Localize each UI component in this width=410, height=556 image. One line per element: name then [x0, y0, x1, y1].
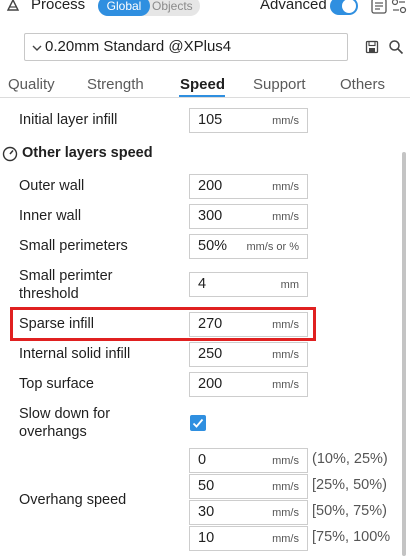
unit-label: mm/s [272, 533, 299, 545]
preset-name: 0.20mm Standard @XPlus4 [45, 38, 232, 55]
unit-label: mm/s [272, 349, 299, 361]
process-header: Process Global Objects Advanced [0, 0, 410, 20]
small-perimeter-threshold-input[interactable]: 4 mm [189, 272, 308, 297]
small-perimeters-value: 50% [198, 238, 228, 254]
tab-quality[interactable]: Quality [8, 76, 55, 93]
gauge-icon [2, 146, 18, 162]
overhang-speed-input-4[interactable]: 10 mm/s [189, 526, 308, 551]
check-icon [192, 418, 204, 428]
outer-wall-label: Outer wall [19, 178, 85, 194]
advanced-label: Advanced [260, 0, 327, 13]
internal-solid-infill-input[interactable]: 250 mm/s [189, 342, 308, 367]
internal-solid-infill-label: Internal solid infill [19, 346, 131, 362]
overhang-speed-value: 0 [198, 452, 207, 468]
small-perimeters-label: Small perimeters [19, 238, 128, 254]
objects-tab[interactable]: Objects [152, 0, 200, 16]
search-icon[interactable] [388, 39, 404, 55]
unit-label: mm/s [272, 481, 299, 493]
process-icon [6, 0, 20, 11]
compare-icon[interactable] [390, 0, 408, 15]
unit-label: mm/s [272, 379, 299, 391]
unit-label: mm/s [272, 181, 299, 193]
inner-wall-label: Inner wall [19, 208, 82, 224]
small-perimeters-input[interactable]: 50% mm/s or % [189, 234, 308, 259]
unit-label: mm/s [272, 507, 299, 519]
small-perimeter-threshold-value: 4 [198, 276, 207, 292]
process-title: Process [31, 0, 86, 13]
global-objects-switch[interactable]: Global Objects [98, 0, 200, 16]
tab-strength[interactable]: Strength [87, 76, 144, 93]
section-title: Other layers speed [22, 145, 153, 161]
outer-wall-value: 200 [198, 178, 223, 194]
unit-label: mm/s or % [246, 241, 299, 253]
active-tab-indicator [179, 95, 225, 97]
tab-others[interactable]: Others [340, 76, 385, 93]
unit-label: mm [280, 279, 299, 291]
list-settings-icon[interactable] [370, 0, 388, 15]
unit-label: mm/s [272, 455, 299, 467]
sparse-infill-highlight [10, 307, 316, 341]
initial-layer-infill-value: 105 [198, 112, 223, 128]
advanced-toggle[interactable] [330, 0, 358, 15]
small-perimeter-threshold-label-line1: Small perimter [19, 268, 113, 284]
overhang-range-label: [50%, 75%) [312, 503, 387, 519]
overhang-speed-input-2[interactable]: 50 mm/s [189, 474, 308, 499]
overhang-speed-value: 50 [198, 478, 215, 494]
scrollbar[interactable] [402, 152, 406, 556]
slow-down-overhangs-label-line2: overhangs [19, 424, 87, 440]
overhang-speed-value: 10 [198, 530, 215, 546]
tab-speed[interactable]: Speed [180, 76, 225, 93]
preset-select[interactable]: 0.20mm Standard @XPlus4 [24, 33, 348, 61]
outer-wall-input[interactable]: 200 mm/s [189, 174, 308, 199]
overhang-range-label: [25%, 50%) [312, 477, 387, 493]
tab-support[interactable]: Support [253, 76, 306, 93]
small-perimeter-threshold-label-line2: threshold [19, 286, 79, 302]
slow-down-overhangs-label-line1: Slow down for [19, 406, 111, 422]
unit-label: mm/s [272, 211, 299, 223]
chevron-down-icon [32, 45, 42, 51]
top-surface-value: 200 [198, 376, 223, 392]
overhang-range-label: (10%, 25%) [312, 451, 388, 467]
overhang-range-label: [75%, 100% [312, 529, 391, 545]
global-tab[interactable]: Global [98, 0, 150, 16]
top-surface-label: Top surface [19, 376, 94, 392]
overhang-speed-value: 30 [198, 504, 215, 520]
internal-solid-infill-value: 250 [198, 346, 223, 362]
save-icon[interactable] [365, 40, 379, 54]
overhang-speed-input-1[interactable]: 0 mm/s [189, 448, 308, 473]
overhang-speed-label: Overhang speed [19, 492, 127, 508]
initial-layer-infill-label: Initial layer infill [19, 112, 118, 128]
inner-wall-input[interactable]: 300 mm/s [189, 204, 308, 229]
inner-wall-value: 300 [198, 208, 223, 224]
initial-layer-infill-input[interactable]: 105 mm/s [189, 108, 308, 133]
speed-settings-panel: Initial layer infill 105 mm/s Other laye… [0, 99, 400, 556]
slow-down-overhangs-checkbox[interactable] [190, 415, 206, 431]
toggle-knob [342, 0, 356, 13]
top-surface-input[interactable]: 200 mm/s [189, 372, 308, 397]
unit-label: mm/s [272, 115, 299, 127]
overhang-speed-input-3[interactable]: 30 mm/s [189, 500, 308, 525]
settings-tabs: Quality Strength Speed Support Others [0, 70, 410, 98]
